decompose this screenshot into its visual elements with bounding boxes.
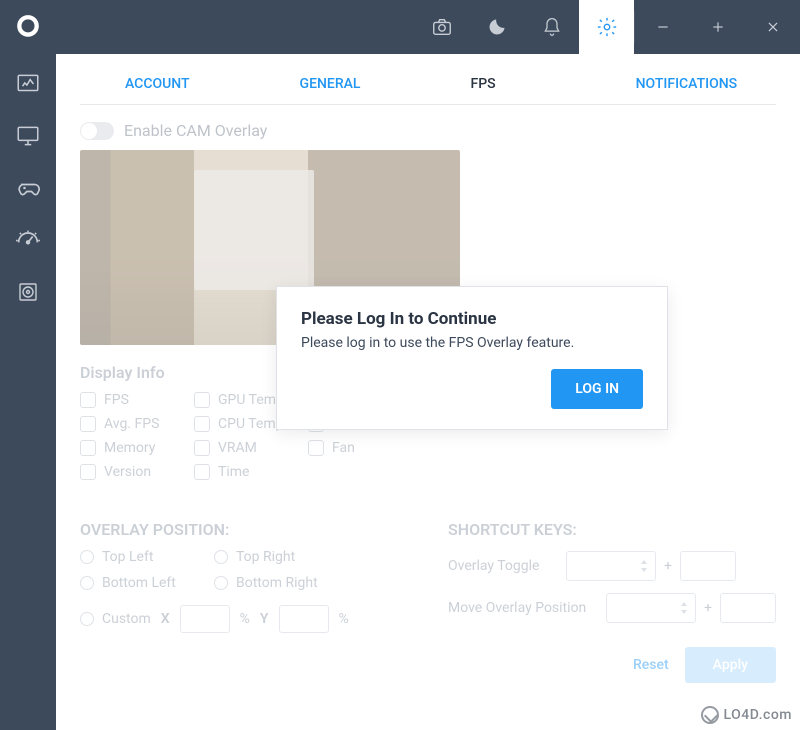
bell-icon[interactable] bbox=[524, 0, 579, 54]
watermark: LO4D.com bbox=[701, 706, 792, 724]
reset-button[interactable]: Reset bbox=[633, 657, 669, 673]
overlay-toggle-label: Overlay Toggle bbox=[448, 558, 558, 574]
y-label: Y bbox=[260, 611, 269, 627]
shortcut-keys-title: SHORTCUT KEYS: bbox=[448, 520, 776, 539]
enable-overlay-row: Enable CAM Overlay bbox=[80, 121, 776, 140]
tab-notifications[interactable]: NOTIFICATIONS bbox=[636, 64, 738, 104]
tab-fps[interactable]: FPS bbox=[471, 64, 496, 104]
x-pct: % bbox=[240, 611, 250, 627]
maximize-icon[interactable] bbox=[690, 0, 745, 54]
apply-button[interactable]: Apply bbox=[685, 647, 776, 683]
move-overlay-key-input[interactable] bbox=[720, 593, 776, 623]
check-fan[interactable]: Fan bbox=[308, 440, 418, 456]
check-version[interactable]: Version bbox=[80, 464, 190, 480]
tab-account[interactable]: ACCOUNT bbox=[125, 64, 190, 104]
tab-general[interactable]: GENERAL bbox=[300, 64, 361, 104]
sidebar-monitor-icon[interactable] bbox=[14, 122, 42, 150]
content-area: ACCOUNT GENERAL FPS NOTIFICATIONS Enable… bbox=[56, 54, 800, 730]
check-avg-fps[interactable]: Avg. FPS bbox=[80, 416, 190, 432]
enable-overlay-label: Enable CAM Overlay bbox=[124, 121, 267, 140]
check-memory[interactable]: Memory bbox=[80, 440, 190, 456]
move-overlay-modifier-select[interactable] bbox=[606, 593, 696, 623]
x-label: X bbox=[161, 611, 170, 627]
y-input[interactable] bbox=[279, 605, 329, 633]
check-vram[interactable]: VRAM bbox=[194, 440, 304, 456]
minimize-icon[interactable] bbox=[635, 0, 690, 54]
radio-top-left[interactable]: Top Left bbox=[80, 549, 210, 565]
sidebar-gamepad-icon[interactable] bbox=[14, 174, 42, 202]
gear-icon[interactable] bbox=[579, 0, 634, 54]
titlebar bbox=[0, 0, 800, 54]
radio-bottom-left[interactable]: Bottom Left bbox=[80, 575, 210, 591]
overlay-toggle-modifier-select[interactable] bbox=[566, 551, 656, 581]
radio-bottom-right[interactable]: Bottom Right bbox=[214, 575, 344, 591]
login-modal: Please Log In to Continue Please log in … bbox=[276, 286, 668, 430]
radio-top-right[interactable]: Top Right bbox=[214, 549, 344, 565]
enable-overlay-toggle[interactable] bbox=[80, 122, 114, 140]
sidebar-dashboard-icon[interactable] bbox=[14, 70, 42, 98]
login-button[interactable]: LOG IN bbox=[551, 369, 643, 409]
modal-title: Please Log In to Continue bbox=[301, 309, 643, 329]
app-logo bbox=[0, 0, 56, 54]
overlay-position-group: Top Left Top Right Bottom Left Bottom Ri… bbox=[80, 549, 408, 591]
camera-icon[interactable] bbox=[414, 0, 469, 54]
sidebar-gauge-icon[interactable] bbox=[14, 226, 42, 254]
check-time[interactable]: Time bbox=[194, 464, 304, 480]
watermark-icon bbox=[701, 706, 719, 724]
close-icon[interactable] bbox=[745, 0, 800, 54]
settings-tabs: ACCOUNT GENERAL FPS NOTIFICATIONS bbox=[80, 64, 776, 105]
moon-icon[interactable] bbox=[469, 0, 524, 54]
y-pct: % bbox=[339, 611, 349, 627]
move-overlay-label: Move Overlay Position bbox=[448, 600, 598, 616]
sidebar-disk-icon[interactable] bbox=[14, 278, 42, 306]
x-input[interactable] bbox=[180, 605, 230, 633]
modal-body: Please log in to use the FPS Overlay fea… bbox=[301, 335, 643, 351]
overlay-toggle-key-input[interactable] bbox=[680, 551, 736, 581]
overlay-position-title: OVERLAY POSITION: bbox=[80, 520, 408, 539]
sidebar bbox=[0, 54, 56, 730]
radio-custom[interactable]: Custom bbox=[80, 611, 151, 627]
check-fps[interactable]: FPS bbox=[80, 392, 190, 408]
